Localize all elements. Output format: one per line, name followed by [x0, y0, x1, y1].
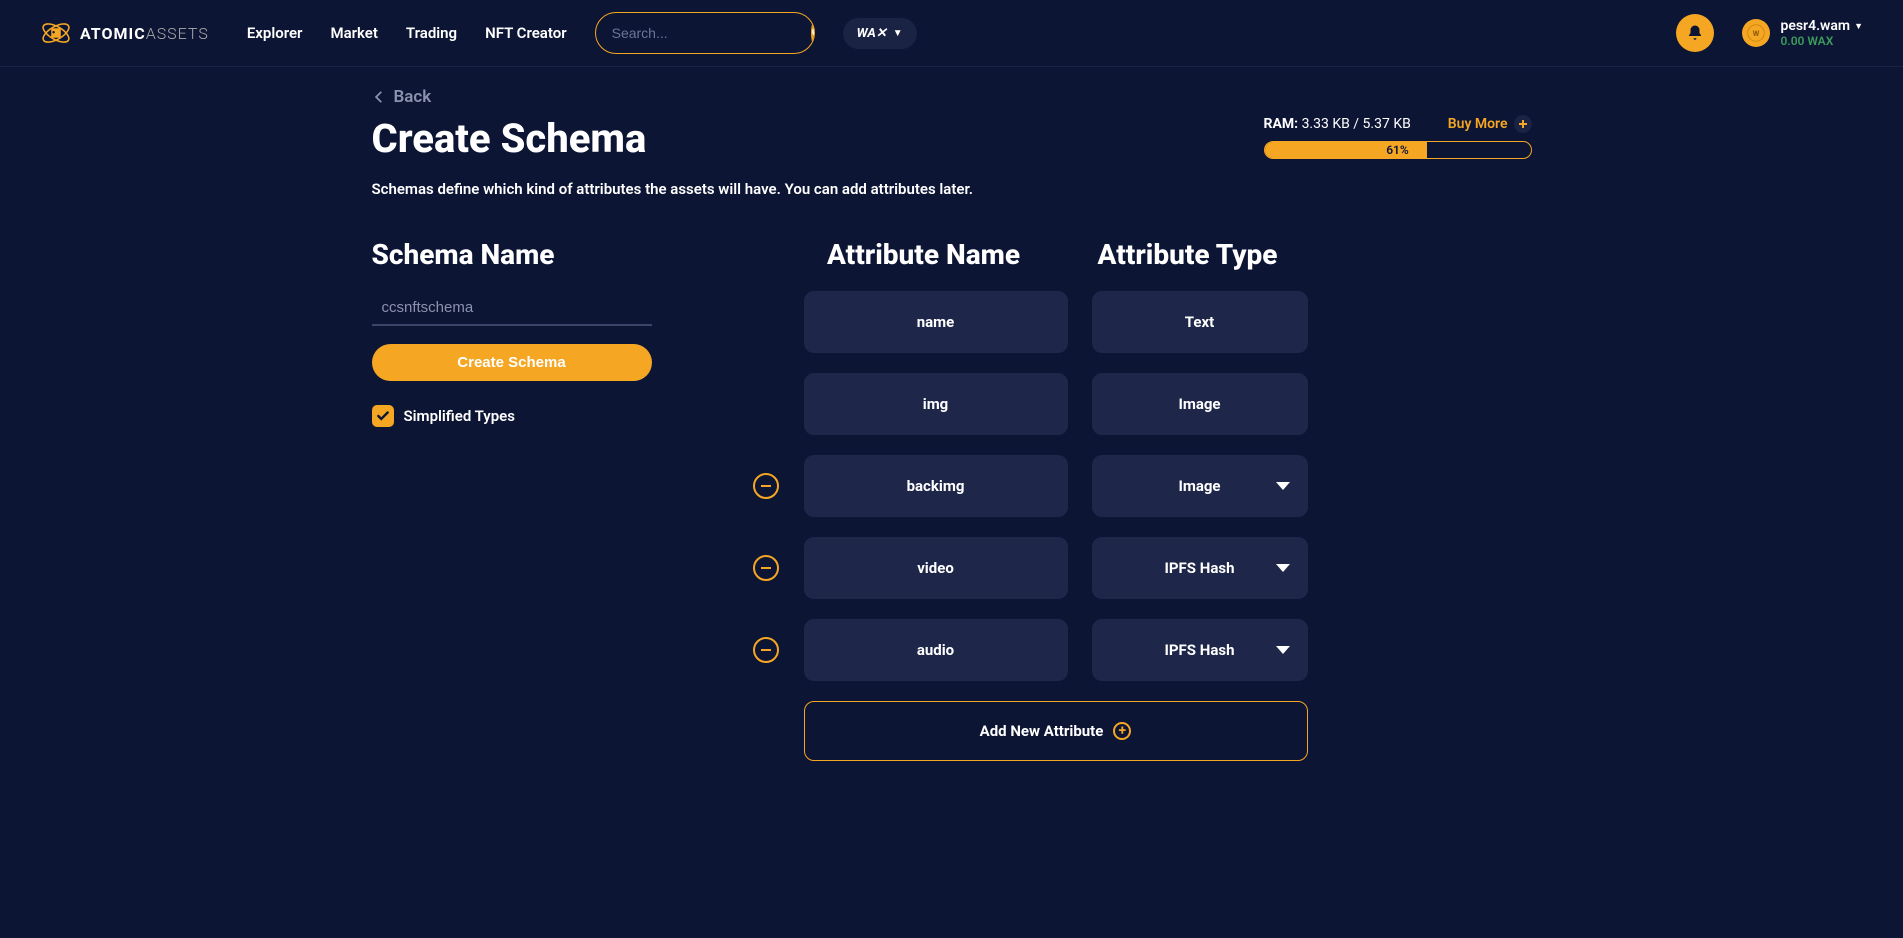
logo[interactable]: ATOMICASSETS	[40, 17, 209, 49]
attribute-row: backimg Image	[752, 455, 1532, 517]
attribute-name-input[interactable]: name	[804, 291, 1068, 353]
plus-circle-icon: +	[1113, 722, 1131, 740]
remove-attribute-button[interactable]	[753, 555, 779, 581]
user-name: pesr4.wam	[1780, 18, 1850, 34]
bell-icon	[1686, 24, 1704, 42]
ram-progress-bar: 61%	[1264, 141, 1532, 159]
search-icon	[811, 25, 815, 41]
attribute-type-select[interactable]: IPFS Hash	[1092, 537, 1308, 599]
chevron-down-icon	[1276, 482, 1290, 490]
remove-attribute-button[interactable]	[753, 637, 779, 663]
nav-nft-creator[interactable]: NFT Creator	[485, 24, 567, 42]
user-balance: 0.00 WAX	[1780, 34, 1863, 48]
attribute-name-input[interactable]: backimg	[804, 455, 1068, 517]
logo-text: ATOMICASSETS	[80, 24, 209, 43]
chain-selector[interactable]: WA✕ ▼	[843, 18, 917, 49]
schema-name-input[interactable]	[372, 291, 652, 326]
minus-icon	[761, 567, 771, 569]
attribute-type-locked: Text	[1092, 291, 1308, 353]
chevron-down-icon	[1276, 564, 1290, 572]
chevron-down-icon: ▼	[893, 28, 903, 39]
chain-label: WA✕	[857, 26, 887, 41]
user-avatar-icon: W	[1742, 19, 1770, 47]
svg-text:W: W	[1753, 29, 1760, 38]
atomic-logo-icon	[40, 17, 72, 49]
page-title: Create Schema	[372, 115, 974, 162]
add-attribute-button[interactable]: Add New Attribute +	[804, 701, 1308, 761]
nav-explorer[interactable]: Explorer	[247, 24, 303, 42]
plus-icon	[1514, 115, 1532, 133]
ram-percent: 61%	[1265, 142, 1531, 158]
attribute-row: name Text	[752, 291, 1532, 353]
nav-trading[interactable]: Trading	[406, 24, 457, 42]
back-link[interactable]: Back	[372, 87, 1532, 107]
attribute-name-input[interactable]: img	[804, 373, 1068, 435]
notifications-button[interactable]	[1676, 14, 1714, 52]
attribute-type-select[interactable]: Image	[1092, 455, 1308, 517]
attribute-row: video IPFS Hash	[752, 537, 1532, 599]
search-input[interactable]	[596, 17, 809, 49]
minus-icon	[761, 485, 771, 487]
simplified-types-label: Simplified Types	[404, 407, 515, 425]
minus-icon	[761, 649, 771, 651]
attribute-name-heading: Attribute Name	[792, 238, 1056, 271]
attribute-row: audio IPFS Hash	[752, 619, 1532, 681]
search-wrap	[595, 12, 815, 54]
page-description: Schemas define which kind of attributes …	[372, 180, 974, 198]
ram-usage: RAM: 3.33 KB / 5.37 KB	[1264, 116, 1411, 132]
simplified-types-checkbox[interactable]	[372, 405, 394, 427]
attribute-type-select[interactable]: IPFS Hash	[1092, 619, 1308, 681]
chevron-down-icon	[1276, 646, 1290, 654]
attribute-type-heading: Attribute Type	[1080, 238, 1296, 271]
attribute-name-input[interactable]: audio	[804, 619, 1068, 681]
create-schema-button[interactable]: Create Schema	[372, 344, 652, 381]
chevron-left-icon	[372, 90, 386, 104]
user-menu[interactable]: W pesr4.wam ▼ 0.00 WAX	[1742, 18, 1863, 48]
attribute-type-locked: Image	[1092, 373, 1308, 435]
remove-attribute-button[interactable]	[753, 473, 779, 499]
attribute-name-input[interactable]: video	[804, 537, 1068, 599]
search-button[interactable]	[811, 15, 815, 51]
check-icon	[376, 409, 390, 423]
nav-market[interactable]: Market	[330, 24, 377, 42]
buy-more-ram[interactable]: Buy More	[1448, 115, 1532, 133]
attribute-row: img Image	[752, 373, 1532, 435]
schema-name-heading: Schema Name	[372, 238, 712, 271]
chevron-down-icon: ▼	[1854, 21, 1863, 32]
